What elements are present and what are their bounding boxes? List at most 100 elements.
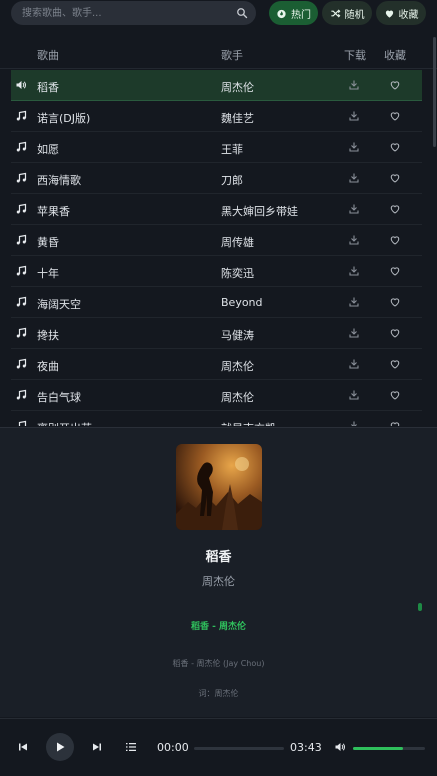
tab-favorites[interactable]: 收藏 xyxy=(376,1,426,25)
tab-favorites-label: 收藏 xyxy=(398,9,419,21)
volume-icon[interactable] xyxy=(334,741,346,753)
song-title: 如愿 xyxy=(37,143,59,156)
tab-hot-label: 热门 xyxy=(291,9,311,21)
song-title: 告白气球 xyxy=(37,391,81,404)
song-title: 诺言(DJ版) xyxy=(37,112,91,125)
song-artist: Beyond xyxy=(221,296,263,309)
playback-controls: 00:00 03:43 xyxy=(0,718,437,776)
now-playing-artist: 周杰伦 xyxy=(202,575,235,588)
play-button[interactable] xyxy=(46,733,74,761)
music-note-icon xyxy=(16,234,27,245)
download-icon[interactable] xyxy=(348,234,360,246)
list-scrollbar[interactable] xyxy=(433,37,436,147)
lyric-scroll-indicator[interactable] xyxy=(418,603,422,611)
next-icon[interactable] xyxy=(91,741,103,753)
song-row[interactable]: 告白气球 周杰伦 xyxy=(11,380,422,411)
heart-outline-icon[interactable] xyxy=(389,265,401,277)
column-download: 下载 xyxy=(344,49,366,62)
song-artist: 就是南方凯 xyxy=(221,420,276,426)
song-artist: 刀郎 xyxy=(221,174,243,187)
download-icon[interactable] xyxy=(348,420,360,426)
playlist-icon[interactable] xyxy=(125,741,137,753)
song-row[interactable]: 苹果香 黑大婶回乡带娃 xyxy=(11,194,422,225)
tab-random[interactable]: 随机 xyxy=(322,1,372,25)
download-icon[interactable] xyxy=(348,265,360,277)
song-title: 西海情歌 xyxy=(37,174,81,187)
heart-outline-icon[interactable] xyxy=(389,327,401,339)
search-input[interactable] xyxy=(22,1,232,25)
heart-outline-icon[interactable] xyxy=(389,234,401,246)
heart-outline-icon[interactable] xyxy=(389,358,401,370)
shuffle-icon xyxy=(330,8,340,18)
tab-hot[interactable]: 热门 xyxy=(269,1,318,25)
heart-outline-icon[interactable] xyxy=(389,296,401,308)
album-cover xyxy=(176,444,262,530)
top-bar: 热门 随机 收藏 xyxy=(0,0,437,28)
song-artist: 周传雄 xyxy=(221,236,254,249)
heart-outline-icon[interactable] xyxy=(389,389,401,401)
column-favorite: 收藏 xyxy=(384,49,406,62)
progress-slider[interactable] xyxy=(194,747,284,750)
music-note-icon xyxy=(16,265,27,276)
song-row[interactable]: 西海情歌 刀郎 xyxy=(11,163,422,194)
download-icon[interactable] xyxy=(348,141,360,153)
music-note-icon xyxy=(16,327,27,338)
column-artist: 歌手 xyxy=(221,49,243,62)
volume-fill xyxy=(353,747,404,750)
heart-outline-icon[interactable] xyxy=(389,420,401,426)
download-icon[interactable] xyxy=(348,358,360,370)
song-artist: 周杰伦 xyxy=(221,360,254,373)
music-note-icon xyxy=(16,141,27,152)
song-row[interactable]: 稻香 周杰伦 xyxy=(11,70,422,101)
download-icon[interactable] xyxy=(348,296,360,308)
heart-outline-icon[interactable] xyxy=(389,172,401,184)
song-title: 十年 xyxy=(37,267,59,280)
music-note-icon xyxy=(18,420,27,426)
current-time: 00:00 xyxy=(157,741,189,754)
music-note-icon xyxy=(16,358,27,369)
download-icon[interactable] xyxy=(348,389,360,401)
download-icon[interactable] xyxy=(348,203,360,215)
music-note-icon xyxy=(16,110,27,121)
song-row[interactable]: 离别开出花 就是南方凯 xyxy=(11,411,422,426)
song-row[interactable]: 夜曲 周杰伦 xyxy=(11,349,422,380)
song-artist: 王菲 xyxy=(221,143,243,156)
download-icon[interactable] xyxy=(348,172,360,184)
download-icon[interactable] xyxy=(348,79,360,91)
music-note-icon xyxy=(16,203,27,214)
now-playing-panel: 稻香 周杰伦 稻香 - 周杰伦 稻香 - 周杰伦 (Jay Chou) 词：周杰… xyxy=(0,427,437,717)
music-note-icon xyxy=(16,389,27,400)
download-icon[interactable] xyxy=(348,110,360,122)
download-icon[interactable] xyxy=(348,327,360,339)
song-row[interactable]: 诺言(DJ版) 魏佳艺 xyxy=(11,101,422,132)
heart-outline-icon[interactable] xyxy=(389,203,401,215)
volume-slider[interactable] xyxy=(353,747,425,750)
search-icon[interactable] xyxy=(236,7,248,19)
song-row[interactable]: 海阔天空 Beyond xyxy=(11,287,422,318)
song-artist: 陈奕迅 xyxy=(221,267,254,280)
song-title: 搀扶 xyxy=(37,329,59,342)
column-song: 歌曲 xyxy=(37,49,59,62)
song-title: 黄昏 xyxy=(37,236,59,249)
lyric-line: 词：周杰伦 xyxy=(198,689,239,698)
play-icon xyxy=(57,742,65,752)
music-note-icon xyxy=(16,172,27,183)
fire-icon xyxy=(277,9,286,18)
song-row[interactable]: 如愿 王菲 xyxy=(11,132,422,163)
song-row[interactable]: 搀扶 马健涛 xyxy=(11,318,422,349)
now-playing-title: 稻香 xyxy=(205,550,232,565)
song-artist: 马健涛 xyxy=(221,329,254,342)
heart-outline-icon[interactable] xyxy=(389,141,401,153)
duration: 03:43 xyxy=(290,741,322,754)
song-row[interactable]: 十年 陈奕迅 xyxy=(11,256,422,287)
heart-outline-icon[interactable] xyxy=(389,79,401,91)
music-note-icon xyxy=(16,296,27,307)
song-row[interactable]: 黄昏 周传雄 xyxy=(11,225,422,256)
song-title: 海阔天空 xyxy=(37,298,81,311)
previous-icon[interactable] xyxy=(17,741,29,753)
song-title: 苹果香 xyxy=(37,205,70,218)
search-box[interactable] xyxy=(11,1,256,25)
heart-outline-icon[interactable] xyxy=(389,110,401,122)
song-artist: 魏佳艺 xyxy=(221,112,254,125)
song-artist: 周杰伦 xyxy=(221,81,254,94)
